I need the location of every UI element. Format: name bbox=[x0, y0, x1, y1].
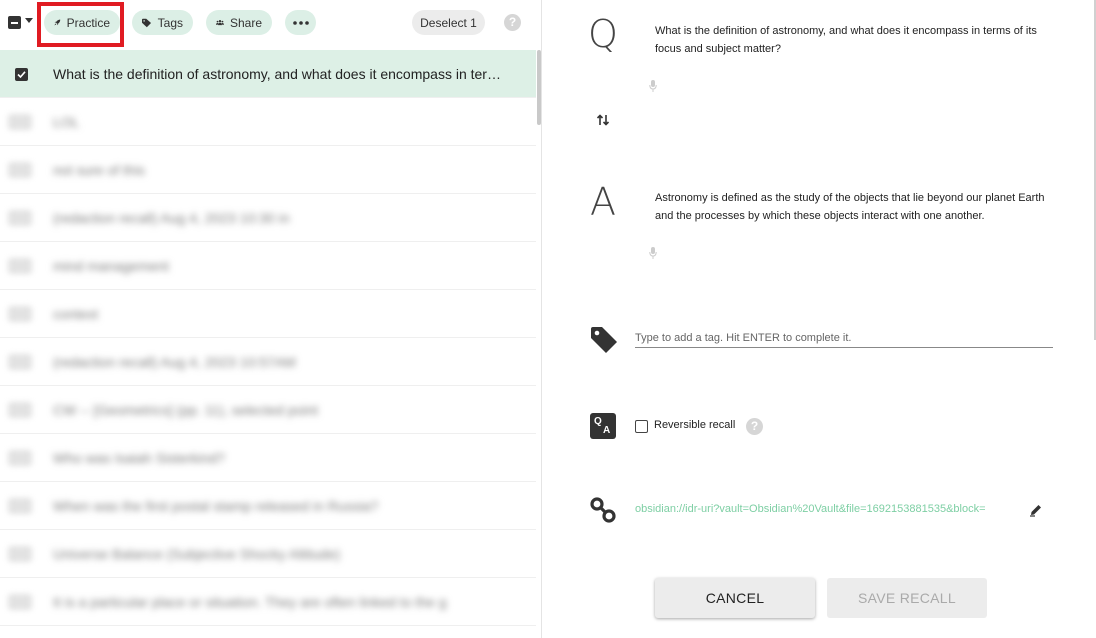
row-checkbox[interactable] bbox=[8, 546, 32, 562]
row-checkbox[interactable] bbox=[8, 162, 32, 178]
list-item-text: not sure of this bbox=[53, 162, 145, 178]
list-item[interactable]: context bbox=[0, 290, 536, 338]
list-item[interactable]: When was the first postal stamp released… bbox=[0, 482, 536, 530]
list-item-text: When was the first postal stamp released… bbox=[53, 498, 379, 514]
list-item-text: LOL bbox=[53, 114, 80, 130]
list-item[interactable]: (redaction recall) Aug 4, 2023 10:57AM bbox=[0, 338, 536, 386]
reversible-recall-checkbox[interactable] bbox=[635, 420, 648, 433]
row-checkbox[interactable] bbox=[8, 114, 32, 130]
list-item-text: mind management bbox=[53, 258, 169, 274]
row-checkbox[interactable] bbox=[8, 450, 32, 466]
tag-input[interactable] bbox=[635, 329, 1053, 348]
qa-icon-q: Q bbox=[594, 416, 602, 427]
rocket-icon bbox=[54, 19, 61, 26]
practice-label: Practice bbox=[66, 15, 110, 30]
list-item[interactable]: CW -- [Geometrics] (pp. 11), selected po… bbox=[0, 386, 536, 434]
row-checkbox[interactable] bbox=[8, 306, 32, 322]
list-item-text: CW -- [Geometrics] (pp. 11), selected po… bbox=[53, 402, 319, 418]
users-icon bbox=[216, 20, 224, 26]
deselect-label: Deselect 1 bbox=[420, 15, 477, 30]
ellipsis-icon bbox=[292, 20, 309, 25]
list-item-text: It is a particular place or situation. T… bbox=[53, 594, 447, 610]
link-icon bbox=[590, 497, 616, 523]
list-item-text: (redaction recall) Aug 4, 2023 10:30 in bbox=[53, 210, 290, 226]
tags-label: Tags bbox=[157, 15, 183, 30]
list-item-text: Universe Balance (Subjective Shocky Alti… bbox=[53, 546, 341, 562]
answer-letter: A bbox=[590, 180, 616, 224]
list-toolbar: Practice Tags Share Deselect 1 ? bbox=[0, 0, 542, 46]
list-item[interactable]: Who was Isaiah Sisterkind? bbox=[0, 434, 536, 482]
list-item[interactable]: not sure of this bbox=[0, 146, 536, 194]
recall-list: What is the definition of astronomy, and… bbox=[0, 50, 536, 626]
row-checkbox[interactable] bbox=[8, 210, 32, 226]
checkmark-icon bbox=[17, 71, 26, 79]
cancel-button[interactable]: CANCEL bbox=[655, 578, 815, 618]
list-item[interactable]: What is the definition of astronomy, and… bbox=[0, 50, 536, 98]
question-text[interactable]: What is the definition of astronomy, and… bbox=[655, 22, 1055, 58]
question-letter: Q bbox=[588, 12, 618, 56]
select-dropdown-caret-icon[interactable] bbox=[25, 18, 33, 23]
list-scrollbar[interactable] bbox=[537, 50, 541, 125]
list-item[interactable]: Universe Balance (Subjective Shocky Alti… bbox=[0, 530, 536, 578]
row-checkbox[interactable] bbox=[8, 258, 32, 274]
swap-vertical-icon[interactable] bbox=[596, 113, 610, 127]
list-item[interactable]: (redaction recall) Aug 4, 2023 10:30 in bbox=[0, 194, 536, 242]
answer-text[interactable]: Astronomy is defined as the study of the… bbox=[655, 189, 1055, 225]
microphone-icon[interactable] bbox=[649, 247, 657, 259]
pencil-edit-icon[interactable] bbox=[1029, 503, 1043, 517]
reversible-qa-icon: Q A bbox=[590, 413, 616, 439]
row-checkbox[interactable] bbox=[8, 594, 32, 610]
recall-list-panel: Practice Tags Share Deselect 1 ? What is… bbox=[0, 0, 542, 638]
help-icon[interactable]: ? bbox=[746, 418, 763, 435]
list-item[interactable]: It is a particular place or situation. T… bbox=[0, 578, 536, 626]
tag-icon bbox=[591, 327, 617, 353]
list-item-text: (redaction recall) Aug 4, 2023 10:57AM bbox=[53, 354, 296, 370]
help-icon[interactable]: ? bbox=[504, 14, 521, 31]
microphone-icon[interactable] bbox=[649, 80, 657, 92]
row-checkbox[interactable] bbox=[15, 68, 28, 81]
source-link[interactable]: obsidian://idr-uri?vault=Obsidian%20Vaul… bbox=[635, 503, 1013, 515]
list-item-text: Who was Isaiah Sisterkind? bbox=[53, 450, 225, 466]
list-item-text: context bbox=[53, 306, 99, 322]
save-recall-button[interactable]: SAVE RECALL bbox=[827, 578, 987, 618]
row-checkbox[interactable] bbox=[8, 402, 32, 418]
qa-icon-a: A bbox=[603, 425, 611, 436]
more-options-button[interactable] bbox=[285, 10, 316, 35]
select-all-checkbox[interactable] bbox=[8, 16, 21, 29]
share-button[interactable]: Share bbox=[206, 10, 272, 35]
deselect-button[interactable]: Deselect 1 bbox=[412, 10, 485, 35]
list-item[interactable]: mind management bbox=[0, 242, 536, 290]
share-label: Share bbox=[229, 15, 262, 30]
list-item[interactable]: LOL bbox=[0, 98, 536, 146]
practice-button[interactable]: Practice bbox=[44, 10, 120, 35]
reversible-recall-label[interactable]: Reversible recall bbox=[654, 419, 735, 431]
list-item-text: What is the definition of astronomy, and… bbox=[53, 66, 503, 82]
tag-icon bbox=[142, 18, 152, 27]
row-checkbox[interactable] bbox=[8, 498, 32, 514]
tags-button[interactable]: Tags bbox=[132, 10, 193, 35]
row-checkbox[interactable] bbox=[8, 354, 32, 370]
